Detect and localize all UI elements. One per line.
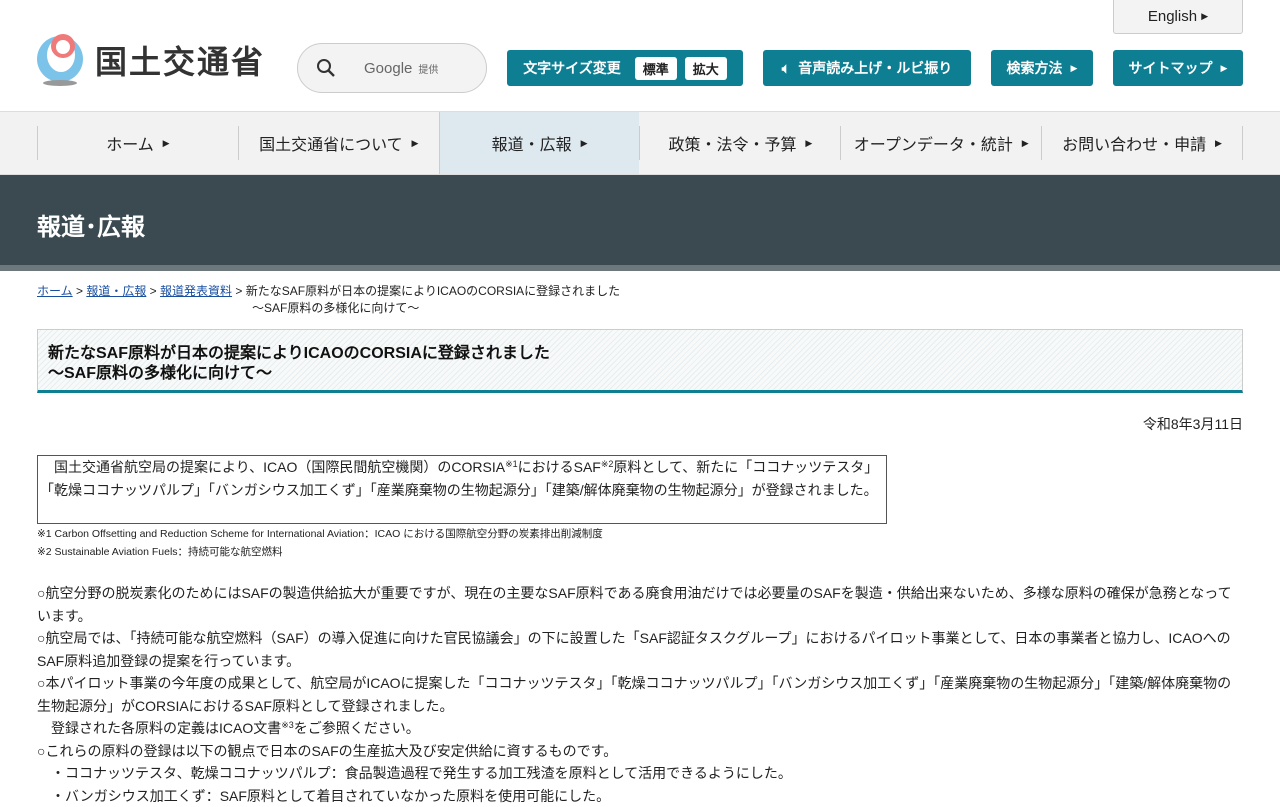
title-line-2: ～SAF原料の多様化に向けて～ [48,364,1232,384]
site-search[interactable]: Google 提供 [297,43,487,93]
triangle-right-icon: ▶ [163,138,170,149]
breadcrumb: ホーム > 報道・広報 > 報道発表資料 > 新たなSAF原料が日本の提案により… [37,283,620,317]
speaker-icon: 🔈︎ [782,60,790,77]
nav-policy[interactable]: 政策・法令・予算 ▶ [639,126,840,160]
sitemap-button[interactable]: サイトマップ ▶ [1113,50,1243,86]
title-line-1: 新たなSAF原料が日本の提案によりICAOのCORSIAに登録されました [48,344,1232,364]
nav-press[interactable]: 報道・広報 ▶ [439,112,640,174]
triangle-right-icon: ▶ [1221,63,1228,74]
search-method-label: 検索方法 [1007,58,1063,78]
provided-label: 提供 [418,65,438,76]
breadcrumb-releases[interactable]: 報道発表資料 [160,284,232,298]
search-method-button[interactable]: 検索方法 ▶ [991,50,1093,86]
footnote-2: ※2 Sustainable Aviation Fuels：持続可能な航空燃料 [37,544,283,559]
font-standard-button[interactable]: 標準 [635,57,677,80]
list-item: ・ココナッツテスタ、乾燥ココナッツパルプ：食品製造過程で発生する加工残渣を原料と… [37,762,1243,785]
paragraph: ○これらの原料の登録は以下の観点で日本のSAFの生産拡大及び安定供給に資するもの… [37,740,1243,763]
page-title: 新たなSAF原料が日本の提案によりICAOのCORSIAに登録されました ～SA… [37,329,1243,393]
breadcrumb-home[interactable]: ホーム [37,284,73,298]
nav-home[interactable]: ホーム ▶ [37,126,238,160]
nav-opendata[interactable]: オープンデータ・統計 ▶ [840,126,1041,160]
font-large-button[interactable]: 拡大 [685,57,727,80]
triangle-right-icon: ▶ [1201,11,1208,22]
footnote-1: ※1 Carbon Offsetting and Reduction Schem… [37,526,603,541]
sitemap-label: サイトマップ [1129,58,1213,78]
english-link[interactable]: English ▶ [1113,0,1243,34]
publish-date: 令和8年3月11日 [1143,414,1243,434]
banner-divider [0,265,1280,271]
article-body: ○航空分野の脱炭素化のためにはSAFの製造供給拡大が重要ですが、現在の主要なSA… [37,582,1243,807]
nav-about[interactable]: 国土交通省について ▶ [238,126,439,160]
nav-contact[interactable]: お問い合わせ・申請 ▶ [1041,126,1243,160]
triangle-right-icon: ▶ [805,138,812,149]
paragraph: ○本パイロット事業の今年度の成果として、航空局がICAOに提案した「ココナッツテ… [37,672,1243,717]
global-nav: ホーム ▶ 国土交通省について ▶ 報道・広報 ▶ 政策・法令・予算 ▶ オープ… [0,111,1280,175]
site-logo[interactable]: 国土交通省 [37,34,265,86]
search-icon [316,58,336,78]
logo-text: 国土交通省 [95,37,265,83]
triangle-right-icon: ▶ [1215,138,1222,149]
triangle-right-icon: ▶ [411,138,418,149]
paragraph: ○航空局では、「持続可能な航空燃料（SAF）の導入促進に向けた官民協議会」の下に… [37,627,1243,672]
summary-box: 国土交通省航空局の提案により、ICAO（国際民間航空機関）のCORSIA※1にお… [37,455,887,524]
triangle-right-icon: ▶ [581,138,588,149]
list-item: ・バンガシウス加工くず：SAF原料として着目されていなかった原料を使用可能にした… [37,785,1243,807]
paragraph: ○航空分野の脱炭素化のためにはSAFの製造供給拡大が重要ですが、現在の主要なSA… [37,582,1243,627]
speech-label: 音声読み上げ・ルビ振り [798,58,952,78]
speech-ruby-button[interactable]: 🔈︎ 音声読み上げ・ルビ振り [763,50,971,86]
font-size-control: 文字サイズ変更 標準 拡大 [507,50,743,86]
google-label: Google [364,60,412,77]
breadcrumb-current-sub: ～SAF原料の多様化に向けて～ [37,301,419,315]
breadcrumb-press[interactable]: 報道・広報 [86,284,146,298]
triangle-right-icon: ▶ [1071,63,1078,74]
font-size-label: 文字サイズ変更 [523,58,621,78]
section-banner: 報道･広報 [0,175,1280,265]
mlit-logo-icon [37,34,85,86]
triangle-right-icon: ▶ [1022,138,1029,149]
paragraph: 登録された各原料の定義はICAO文書※3をご参照ください。 [37,717,1243,740]
english-label: English [1148,8,1197,25]
breadcrumb-current: 新たなSAF原料が日本の提案によりICAOのCORSIAに登録されました [246,284,620,298]
